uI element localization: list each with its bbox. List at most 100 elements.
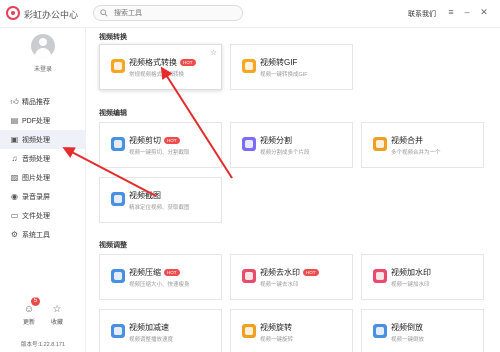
sidebar-item-label: 录音录屏 [22,193,50,201]
update-button[interactable]: ☺ 更新 5 [14,297,44,326]
card-name: 视频去水印 HOT [260,267,319,278]
card-video-format-convert[interactable]: 视频格式转换 HOT 常规视频格式互相转换 ☆ [99,44,222,90]
bottom-actions: ☺ 更新 5 ☆ 收藏 [0,297,86,334]
card-name: 视频截图 [129,191,161,200]
section-title-convert: 视频转换 [99,34,127,41]
card-name: 视频格式转换 HOT [129,57,196,68]
app-logo-icon [6,6,20,20]
card-name: 视频压缩 HOT [129,267,180,278]
video-split-icon [242,137,256,151]
sidebar-item-label: 图片处理 [22,174,50,182]
card-name: 视频旋转 [260,323,292,332]
card-video-add-watermark[interactable]: 视频加水印 视频一键加水印 [361,254,484,300]
section-title-edit: 视频编辑 [99,110,127,117]
contact-us-link[interactable]: 联系我们 [408,9,436,19]
card-desc: 多个视频合并为一个 [391,150,441,156]
card-name: 视频分割 [260,136,292,145]
card-video-reverse[interactable]: 视频倒放 视频一键倒放 [361,309,484,352]
hot-badge: HOT [180,59,196,66]
card-desc: 视频一键去水印 [260,282,299,288]
remove-watermark-icon [242,269,256,283]
sidebar-item-system[interactable]: ⚙ 系统工具 [0,225,86,244]
search-box[interactable] [93,5,243,21]
login-status[interactable]: 未登录 [0,64,86,73]
tools-icon: ⚙ [10,230,19,239]
favorite-label: 收藏 [50,320,63,326]
card-video-screenshot[interactable]: 视频截图 精准定位视频、获取截图 [99,177,222,223]
card-desc: 视频一键转换成GIF [260,72,308,78]
sidebar-item-image[interactable]: ▨ 图片处理 [0,168,86,187]
card-name: 视频加减速 [129,323,169,332]
sidebar-item-label: 文件处理 [22,212,50,220]
sidebar-item-label: 系统工具 [22,231,50,239]
sidebar-nav: 👍︎ 精品推荐 ▤ PDF处理 ▣ 视频处理 ♫ 音频处理 ▨ 图片处理 ◉ 录… [0,92,86,244]
hot-badge: HOT [164,269,180,276]
hot-badge: HOT [164,137,180,144]
add-watermark-icon [373,269,387,283]
star-icon: ☆ [52,304,62,315]
video-reverse-icon [373,324,387,338]
record-icon: ◉ [11,192,18,201]
card-desc: 视频一键加水印 [391,282,430,288]
pdf-icon: ▤ [10,116,19,125]
sidebar-item-label: 音频处理 [22,155,50,163]
favorite-button[interactable]: ☆ 收藏 [42,304,72,326]
card-desc: 常规视频格式互相转换 [129,72,185,78]
sidebar-item-label: 视频处理 [22,136,50,144]
card-desc: 视频调整播放速度 [129,337,174,343]
sidebar-item-record[interactable]: ◉ 录音录屏 [0,187,86,206]
video-cut-icon [111,137,125,151]
sidebar-item-label: PDF处理 [22,117,50,125]
video-compress-icon [111,269,125,283]
sidebar-item-pdf[interactable]: ▤ PDF处理 [0,111,86,130]
video-icon: ▣ [10,135,19,144]
favorite-star-icon[interactable]: ☆ [210,48,217,57]
card-name: 视频加水印 [391,268,431,277]
card-video-merge[interactable]: 视频合并 多个视频合并为一个 [361,122,484,168]
close-icon[interactable]: ✕ [479,7,489,17]
card-desc: 视频一键旋转 [260,337,294,343]
sidebar-item-video[interactable]: ▣ 视频处理 [0,130,86,149]
card-desc: 视频分割成多个片段 [260,150,310,156]
music-icon: ♫ [11,154,18,163]
card-video-speed[interactable]: 视频加减速 视频调整播放速度 [99,309,222,352]
video-screenshot-icon [111,192,125,206]
card-video-rotate[interactable]: 视频旋转 视频一键旋转 [230,309,353,352]
card-name: 视频转GIF [260,58,298,67]
main-content: 视频转换 视频格式转换 HOT 常规视频格式互相转换 ☆ 视频转GIF 视频一键转… [87,28,500,352]
app-title: 彩虹办公中心 [24,10,79,20]
hot-badge: HOT [303,269,319,276]
update-badge: 5 [31,297,40,306]
title-bar: 彩虹办公中心 联系我们 ≡ – ✕ [0,0,500,28]
section-title-adjust: 视频调整 [99,242,127,249]
menu-icon[interactable]: ≡ [446,7,456,17]
sidebar-item-audio[interactable]: ♫ 音频处理 [0,149,86,168]
card-desc: 视频一键倒放 [391,337,425,343]
sidebar: 未登录 👍︎ 精品推荐 ▤ PDF处理 ▣ 视频处理 ♫ 音频处理 ▨ 图片处理… [0,28,86,352]
avatar[interactable] [31,34,55,58]
video-convert-icon [111,59,125,73]
video-merge-icon [373,137,387,151]
search-input[interactable] [114,7,234,19]
search-icon [100,9,108,17]
card-name: 视频合并 [391,136,423,145]
card-desc: 视频压缩大小、快速瘦身 [129,282,190,288]
sidebar-item-recommended[interactable]: 👍︎ 精品推荐 [0,92,86,111]
card-video-to-gif[interactable]: 视频转GIF 视频一键转换成GIF [230,44,353,90]
version-text: 版本号:1.22.8.171 [20,342,66,348]
card-name: 视频剪切 HOT [129,135,180,146]
minimize-icon[interactable]: – [462,7,472,17]
card-video-remove-watermark[interactable]: 视频去水印 HOT 视频一键去水印 [230,254,353,300]
sidebar-item-file[interactable]: ▭ 文件处理 [0,206,86,225]
thumb-up-icon: 👍︎ [10,97,19,106]
card-video-cut[interactable]: 视频剪切 HOT 视频一键剪切、分割截取 [99,122,222,168]
card-desc: 视频一键剪切、分割截取 [129,150,190,156]
card-name: 视频倒放 [391,323,423,332]
video-rotate-icon [242,324,256,338]
card-video-compress[interactable]: 视频压缩 HOT 视频压缩大小、快速瘦身 [99,254,222,300]
video-speed-icon [111,324,125,338]
image-icon: ▨ [10,173,19,182]
sidebar-item-label: 精品推荐 [22,98,50,106]
card-video-split[interactable]: 视频分割 视频分割成多个片段 [230,122,353,168]
folder-icon: ▭ [10,211,19,220]
